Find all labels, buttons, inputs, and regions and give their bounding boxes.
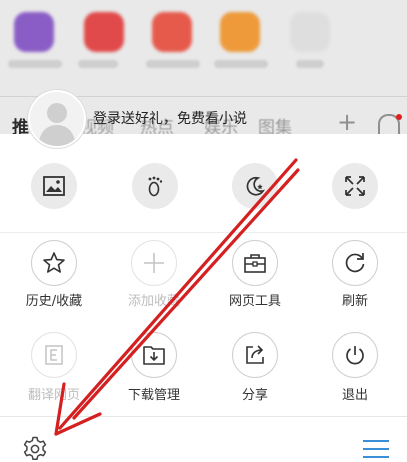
- blurred-app-icon: [14, 12, 54, 52]
- settings-gear-icon[interactable]: [22, 436, 48, 462]
- blurred-app-icon: [220, 12, 260, 52]
- menu-label-download: 下载管理: [127, 388, 180, 403]
- blurred-app-icon: [290, 12, 330, 52]
- translate-icon: [45, 345, 63, 365]
- blurred-label: [78, 60, 118, 68]
- toolbox-icon: [244, 254, 266, 273]
- blurred-app-icon: [152, 12, 192, 52]
- menu-label-exit: 退出: [341, 388, 368, 403]
- star-icon: [43, 252, 65, 273]
- share-icon: [246, 345, 264, 364]
- menu-label-web-tools: 网页工具: [228, 294, 281, 309]
- blurred-label: [146, 60, 200, 68]
- image-icon: [43, 176, 65, 196]
- no-image-mode-button[interactable]: [31, 163, 77, 209]
- footprint-icon: [148, 176, 163, 197]
- plus-icon: [144, 253, 164, 273]
- menu-label-refresh: 刷新: [341, 294, 368, 309]
- menu-hamburger-icon[interactable]: [363, 438, 389, 460]
- traceless-mode-button[interactable]: [132, 163, 178, 209]
- share-button[interactable]: [232, 332, 278, 378]
- night-mode-icon: [246, 176, 265, 196]
- tab-recommend[interactable]: 推: [12, 113, 29, 134]
- history-favorites-button[interactable]: [31, 240, 77, 286]
- translate-page-button[interactable]: [31, 332, 77, 378]
- power-icon: [346, 346, 364, 365]
- login-prompt[interactable]: 登录送好礼，免费看小说: [93, 108, 247, 128]
- download-manager-button[interactable]: [131, 332, 177, 378]
- divider: [0, 416, 407, 417]
- download-icon: [143, 346, 165, 365]
- blurred-label: [8, 60, 62, 68]
- fullscreen-button[interactable]: [332, 163, 378, 209]
- fullscreen-icon: [345, 176, 365, 196]
- menu-label-share: 分享: [241, 388, 268, 403]
- menu-label-translate: 翻译网页: [27, 388, 80, 403]
- add-channel-icon[interactable]: +: [337, 108, 357, 134]
- blurred-label: [214, 60, 268, 68]
- night-mode-button[interactable]: [232, 163, 278, 209]
- menu-label-add-favorite: 添加收藏: [127, 294, 180, 309]
- refresh-icon: [345, 253, 365, 273]
- exit-button[interactable]: [332, 332, 378, 378]
- avatar[interactable]: [28, 90, 86, 148]
- refresh-button[interactable]: [332, 240, 378, 286]
- default-avatar-icon: [38, 103, 76, 146]
- notification-dot: [396, 114, 402, 120]
- blurred-label: [296, 60, 324, 68]
- tab-gallery[interactable]: 图集: [258, 113, 292, 134]
- web-tools-button[interactable]: [232, 240, 278, 286]
- menu-label-history: 历史/收藏: [25, 294, 83, 309]
- blurred-app-icon: [84, 12, 124, 52]
- browser-menu-panel: 历史/收藏 添加收藏 网页工具 刷新 翻译网页 下载管理 分享 退出: [0, 134, 407, 462]
- add-favorite-button[interactable]: [131, 240, 177, 286]
- divider: [0, 232, 407, 233]
